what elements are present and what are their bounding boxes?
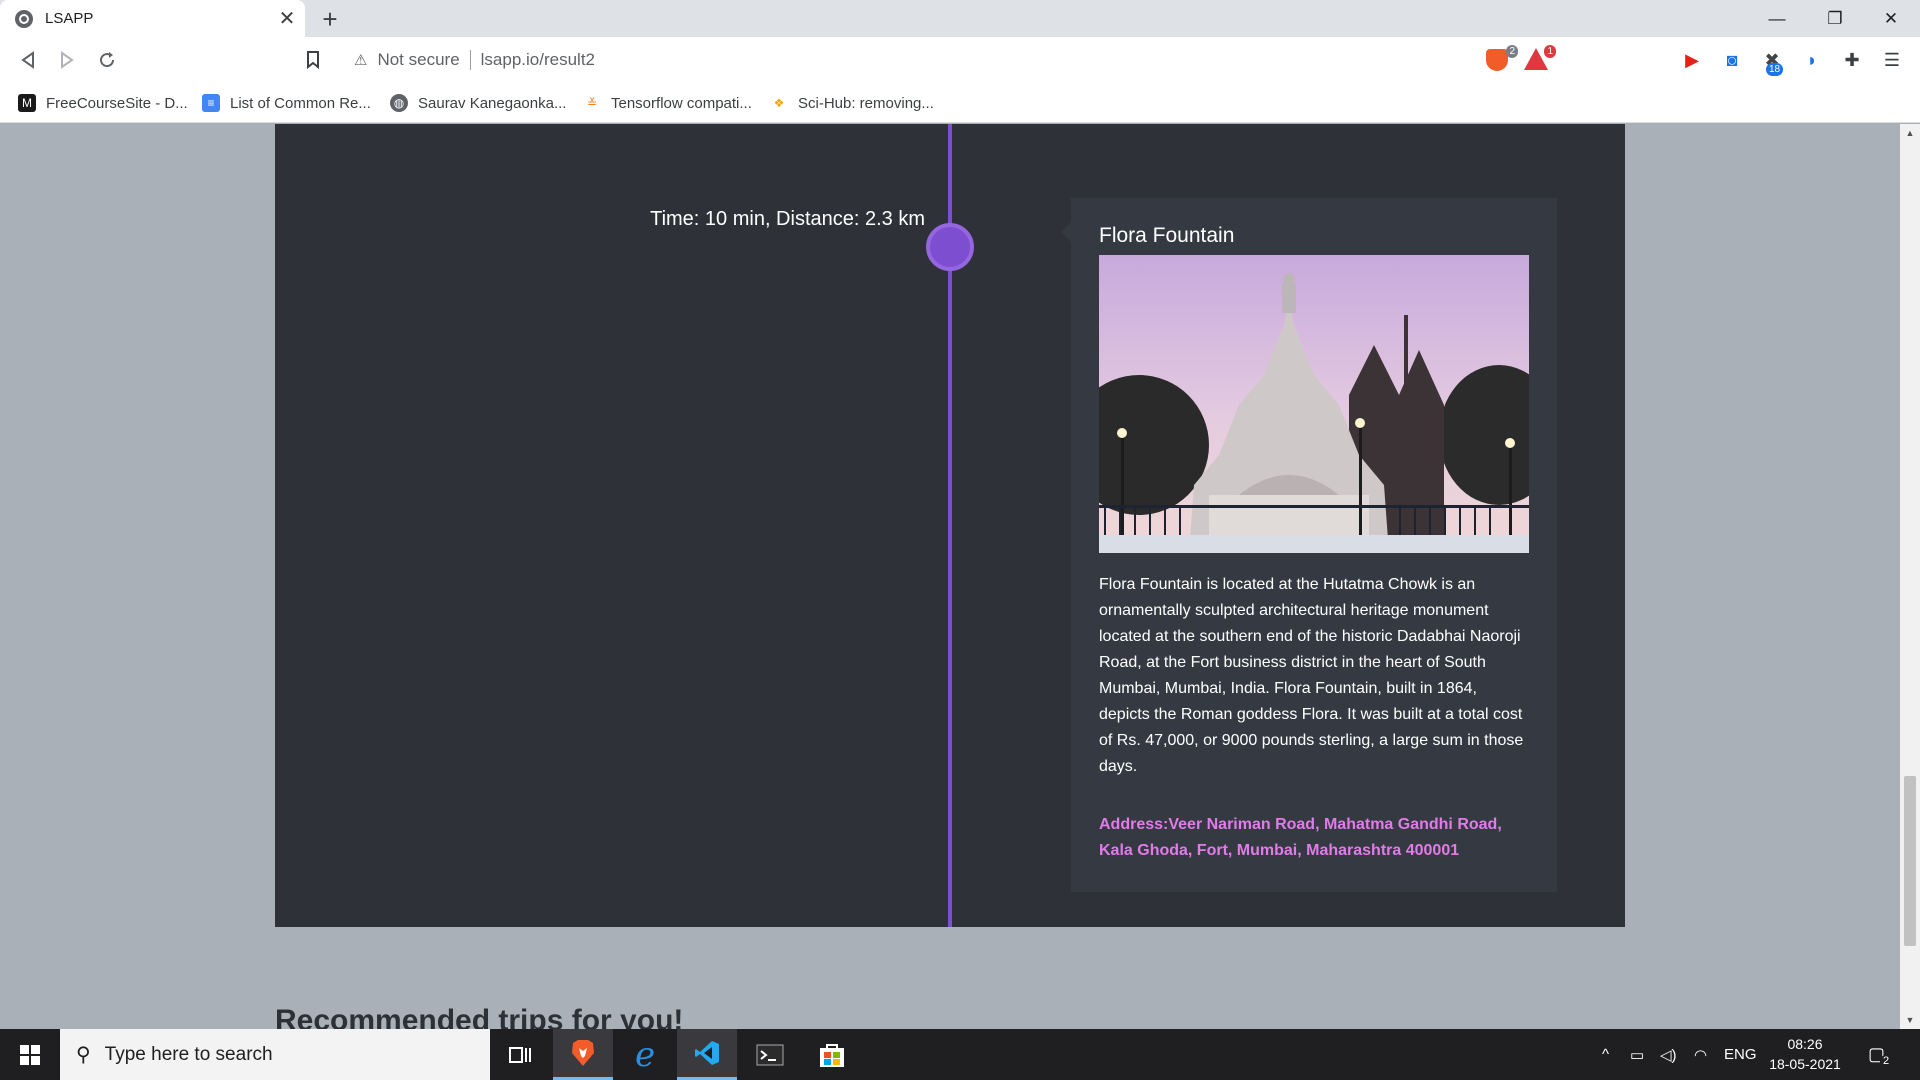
reload-button[interactable] bbox=[92, 45, 122, 75]
timeline-marker bbox=[926, 223, 974, 271]
scroll-thumb[interactable] bbox=[1904, 776, 1916, 946]
bookmark-button[interactable] bbox=[298, 45, 328, 75]
address-bar[interactable]: ⚠ Not secure lsapp.io/result2 2 1 bbox=[342, 43, 1564, 77]
extensions-puzzle-icon[interactable]: ✚ bbox=[1840, 48, 1864, 72]
internet-explorer-icon: e bbox=[634, 1034, 656, 1075]
bookmark-item-scihub[interactable]: ❖ Sci-Hub: removing... bbox=[770, 83, 934, 123]
edge-taskbar-app[interactable]: e bbox=[615, 1029, 675, 1080]
brave-taskbar-app[interactable] bbox=[553, 1029, 613, 1080]
trip-info: Time: 10 min, Distance: 2.3 km bbox=[650, 208, 925, 230]
place-address: Address:Veer Nariman Road, Mahatma Gandh… bbox=[1099, 816, 1502, 859]
rewards-count-badge: 1 bbox=[1544, 45, 1556, 58]
place-card: Flora Fountain Flora Fountain is located… bbox=[1061, 198, 1557, 892]
stackoverflow-icon: ≚ bbox=[586, 96, 598, 110]
youtube-extension-icon[interactable]: ▶ bbox=[1680, 48, 1704, 72]
start-button[interactable] bbox=[0, 1029, 60, 1080]
place-description: Flora Fountain is located at the Hutatma… bbox=[1099, 576, 1524, 775]
bookmark-label: Tensorflow compati... bbox=[611, 94, 752, 112]
extension-badge: 18 bbox=[1766, 63, 1784, 76]
tab-title: LSAPP bbox=[45, 10, 94, 27]
vscode-icon bbox=[695, 1041, 719, 1065]
store-taskbar-app[interactable] bbox=[802, 1029, 862, 1080]
taskbar-clock[interactable]: 08:26 18-05-2021 bbox=[1762, 1034, 1848, 1074]
taskbar-search[interactable]: ⚲ Type here to search bbox=[60, 1029, 490, 1080]
bookmark-item-list-common[interactable]: ≡ List of Common Re... bbox=[202, 83, 371, 123]
bookmarks-bar: M FreeCourseSite - D... ≡ List of Common… bbox=[0, 83, 1920, 123]
forward-button[interactable] bbox=[52, 45, 82, 75]
clock-date: 18-05-2021 bbox=[1769, 1056, 1841, 1072]
brave-browser-icon bbox=[572, 1040, 594, 1066]
terminal-taskbar-app[interactable] bbox=[740, 1029, 800, 1080]
shield-count-badge: 2 bbox=[1506, 45, 1518, 58]
language-indicator[interactable]: ENG bbox=[1724, 1029, 1757, 1080]
reload-icon bbox=[100, 52, 115, 68]
wifi-icon[interactable]: ◠ bbox=[1694, 1029, 1707, 1080]
scihub-icon: ❖ bbox=[773, 96, 785, 110]
bookmark-label: Saurav Kanegaonka... bbox=[418, 94, 567, 112]
microsoft-store-icon bbox=[820, 1043, 844, 1067]
warning-icon: ⚠ bbox=[354, 52, 368, 69]
brave-shield-icon[interactable] bbox=[1486, 49, 1508, 71]
forward-arrow-icon bbox=[61, 51, 74, 69]
volume-icon[interactable]: ◁) bbox=[1660, 1029, 1677, 1080]
page-viewport: Time: 10 min, Distance: 2.3 km Flora Fou… bbox=[0, 124, 1900, 1029]
bookmark-icon bbox=[307, 51, 319, 69]
menu-icon[interactable]: ☰ bbox=[1880, 48, 1904, 72]
address-separator bbox=[469, 50, 471, 70]
close-tab-icon[interactable]: ✕ bbox=[273, 5, 301, 33]
timeline-panel: Time: 10 min, Distance: 2.3 km Flora Fou… bbox=[275, 124, 1625, 927]
security-label: Not secure bbox=[377, 50, 460, 69]
search-placeholder: Type here to search bbox=[104, 1043, 273, 1065]
notification-count: 2 bbox=[1880, 1055, 1893, 1068]
read-aloud-extension-icon[interactable]: ◗ bbox=[1800, 48, 1824, 72]
minimize-button[interactable]: — bbox=[1748, 0, 1806, 37]
back-arrow-icon bbox=[21, 51, 34, 69]
browser-titlebar: LSAPP ✕ + — ❐ ✕ bbox=[0, 0, 1920, 37]
browser-tab[interactable]: LSAPP ✕ bbox=[0, 0, 305, 37]
task-view-button[interactable] bbox=[490, 1029, 550, 1080]
scroll-down-icon[interactable]: ▼ bbox=[1900, 1011, 1920, 1029]
bookmark-item-freecoursesite[interactable]: M FreeCourseSite - D... bbox=[18, 83, 188, 123]
url-text[interactable]: lsapp.io/result2 bbox=[481, 50, 595, 70]
bookmark-label: Sci-Hub: removing... bbox=[798, 94, 934, 112]
bookmark-label: FreeCourseSite - D... bbox=[46, 94, 188, 112]
docs-icon: ≡ bbox=[202, 94, 220, 112]
battery-icon[interactable]: ▭ bbox=[1630, 1029, 1644, 1080]
tray-overflow-icon[interactable]: ^ bbox=[1602, 1029, 1609, 1080]
windows-taskbar: ⚲ Type here to search e ^ ▭ ◁) ◠ ENG 08:… bbox=[0, 1029, 1920, 1080]
restore-button[interactable]: ❐ bbox=[1806, 0, 1864, 37]
recommended-heading: Recommended trips for you! bbox=[275, 1004, 684, 1029]
globe-icon: ◍ bbox=[390, 94, 408, 112]
terminal-icon bbox=[756, 1044, 784, 1065]
task-view-icon bbox=[509, 1046, 531, 1063]
new-tab-button[interactable]: + bbox=[315, 4, 345, 34]
search-icon: ⚲ bbox=[76, 1044, 91, 1066]
page-scrollbar[interactable]: ▲ ▼ bbox=[1900, 124, 1920, 1029]
fcs-icon: M bbox=[18, 94, 36, 112]
globe-icon bbox=[15, 9, 33, 28]
place-title: Flora Fountain bbox=[1099, 224, 1235, 247]
windows-logo-icon bbox=[20, 1044, 40, 1065]
scroll-up-icon[interactable]: ▲ bbox=[1900, 124, 1920, 142]
back-button[interactable] bbox=[13, 45, 43, 75]
fountain-photo-image bbox=[1099, 255, 1529, 553]
close-window-button[interactable]: ✕ bbox=[1862, 0, 1920, 37]
vscode-taskbar-app[interactable] bbox=[677, 1029, 737, 1080]
clock-time: 08:26 bbox=[1787, 1036, 1823, 1052]
bookmark-item-tensorflow[interactable]: ≚ Tensorflow compati... bbox=[583, 83, 752, 123]
bookmark-item-saurav[interactable]: ◍ Saurav Kanegaonka... bbox=[390, 83, 566, 123]
screenshot-extension-icon[interactable]: ◙ bbox=[1720, 48, 1744, 72]
browser-toolbar: ⚠ Not secure lsapp.io/result2 2 1 ▶ ◙ ✖ … bbox=[0, 37, 1920, 83]
bookmark-label: List of Common Re... bbox=[230, 94, 371, 112]
place-photo bbox=[1099, 255, 1529, 553]
